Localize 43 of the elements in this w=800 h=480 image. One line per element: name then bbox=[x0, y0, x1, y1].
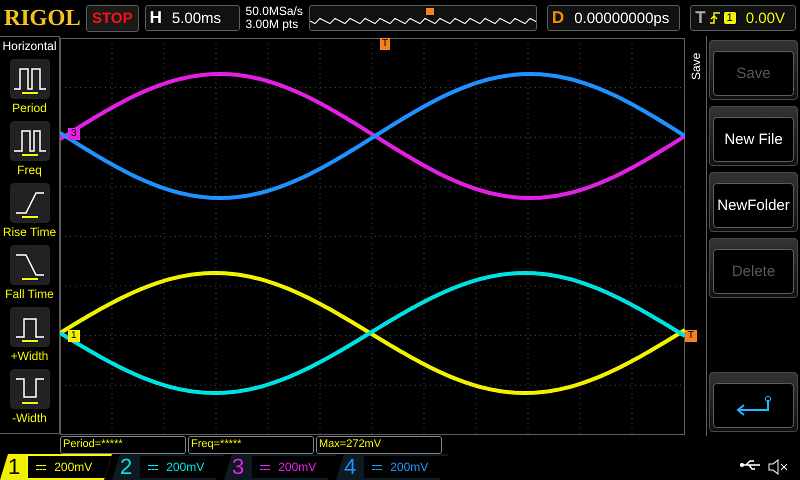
brand-logo: RIGOL bbox=[4, 5, 80, 31]
usb-icon bbox=[740, 459, 762, 471]
measure-button[interactable]: +Width bbox=[10, 307, 50, 363]
rising-edge-icon bbox=[710, 11, 720, 25]
return-arrow-icon bbox=[734, 396, 774, 416]
menu-title: Horizontal bbox=[2, 38, 57, 55]
back-button[interactable] bbox=[709, 372, 798, 432]
delay-display[interactable]: D 0.00000000ps bbox=[546, 5, 680, 31]
trigger-display[interactable]: T 1 0.00V bbox=[690, 5, 796, 31]
pulse-icon bbox=[10, 183, 50, 223]
measurement-readout: Period=***** bbox=[60, 436, 186, 454]
pulse-icon bbox=[10, 121, 50, 161]
channel-tab[interactable]: 3 200mV bbox=[224, 454, 336, 480]
channel-marker[interactable]: 3 bbox=[68, 128, 80, 140]
trigger-position-icon bbox=[426, 8, 434, 15]
measure-button[interactable]: Freq bbox=[10, 121, 50, 177]
run-stop-status[interactable]: STOP bbox=[86, 4, 139, 32]
measure-button[interactable]: -Width bbox=[10, 369, 50, 425]
trigger-level: 0.00V bbox=[744, 10, 786, 26]
trigger-time-marker[interactable]: T bbox=[380, 38, 390, 50]
sample-rate: 50.0MSa/s bbox=[246, 5, 303, 18]
measure-button[interactable]: Fall Time bbox=[5, 245, 54, 301]
waveform-overview-icon bbox=[310, 18, 536, 24]
trigger-source: 1 bbox=[724, 12, 736, 24]
pulse-icon bbox=[10, 369, 50, 409]
trigger-level-marker[interactable]: T bbox=[684, 330, 697, 342]
channel-tab[interactable]: 4 200mV bbox=[336, 454, 448, 480]
timebase-display[interactable]: H 5.00ms bbox=[144, 5, 240, 31]
channel-tab[interactable]: 1 200mV bbox=[0, 454, 112, 480]
pulse-icon bbox=[10, 245, 50, 285]
measure-button[interactable]: Period bbox=[10, 59, 50, 115]
channel-tab[interactable]: 2 200mV bbox=[112, 454, 224, 480]
memory-depth: 3.00M pts bbox=[246, 18, 300, 31]
menu-button[interactable]: New File bbox=[709, 106, 798, 166]
menu-title: Save bbox=[688, 52, 702, 80]
menu-button[interactable]: NewFolder bbox=[709, 172, 798, 232]
channel-marker[interactable]: 1 bbox=[68, 330, 80, 342]
measure-button[interactable]: Rise Time bbox=[2, 183, 56, 239]
measurement-readout: Freq=***** bbox=[188, 436, 314, 454]
pulse-icon bbox=[10, 59, 50, 99]
measurement-readout: Max=272mV bbox=[316, 436, 442, 454]
muted-speaker-icon bbox=[768, 459, 790, 475]
pulse-icon bbox=[10, 307, 50, 347]
